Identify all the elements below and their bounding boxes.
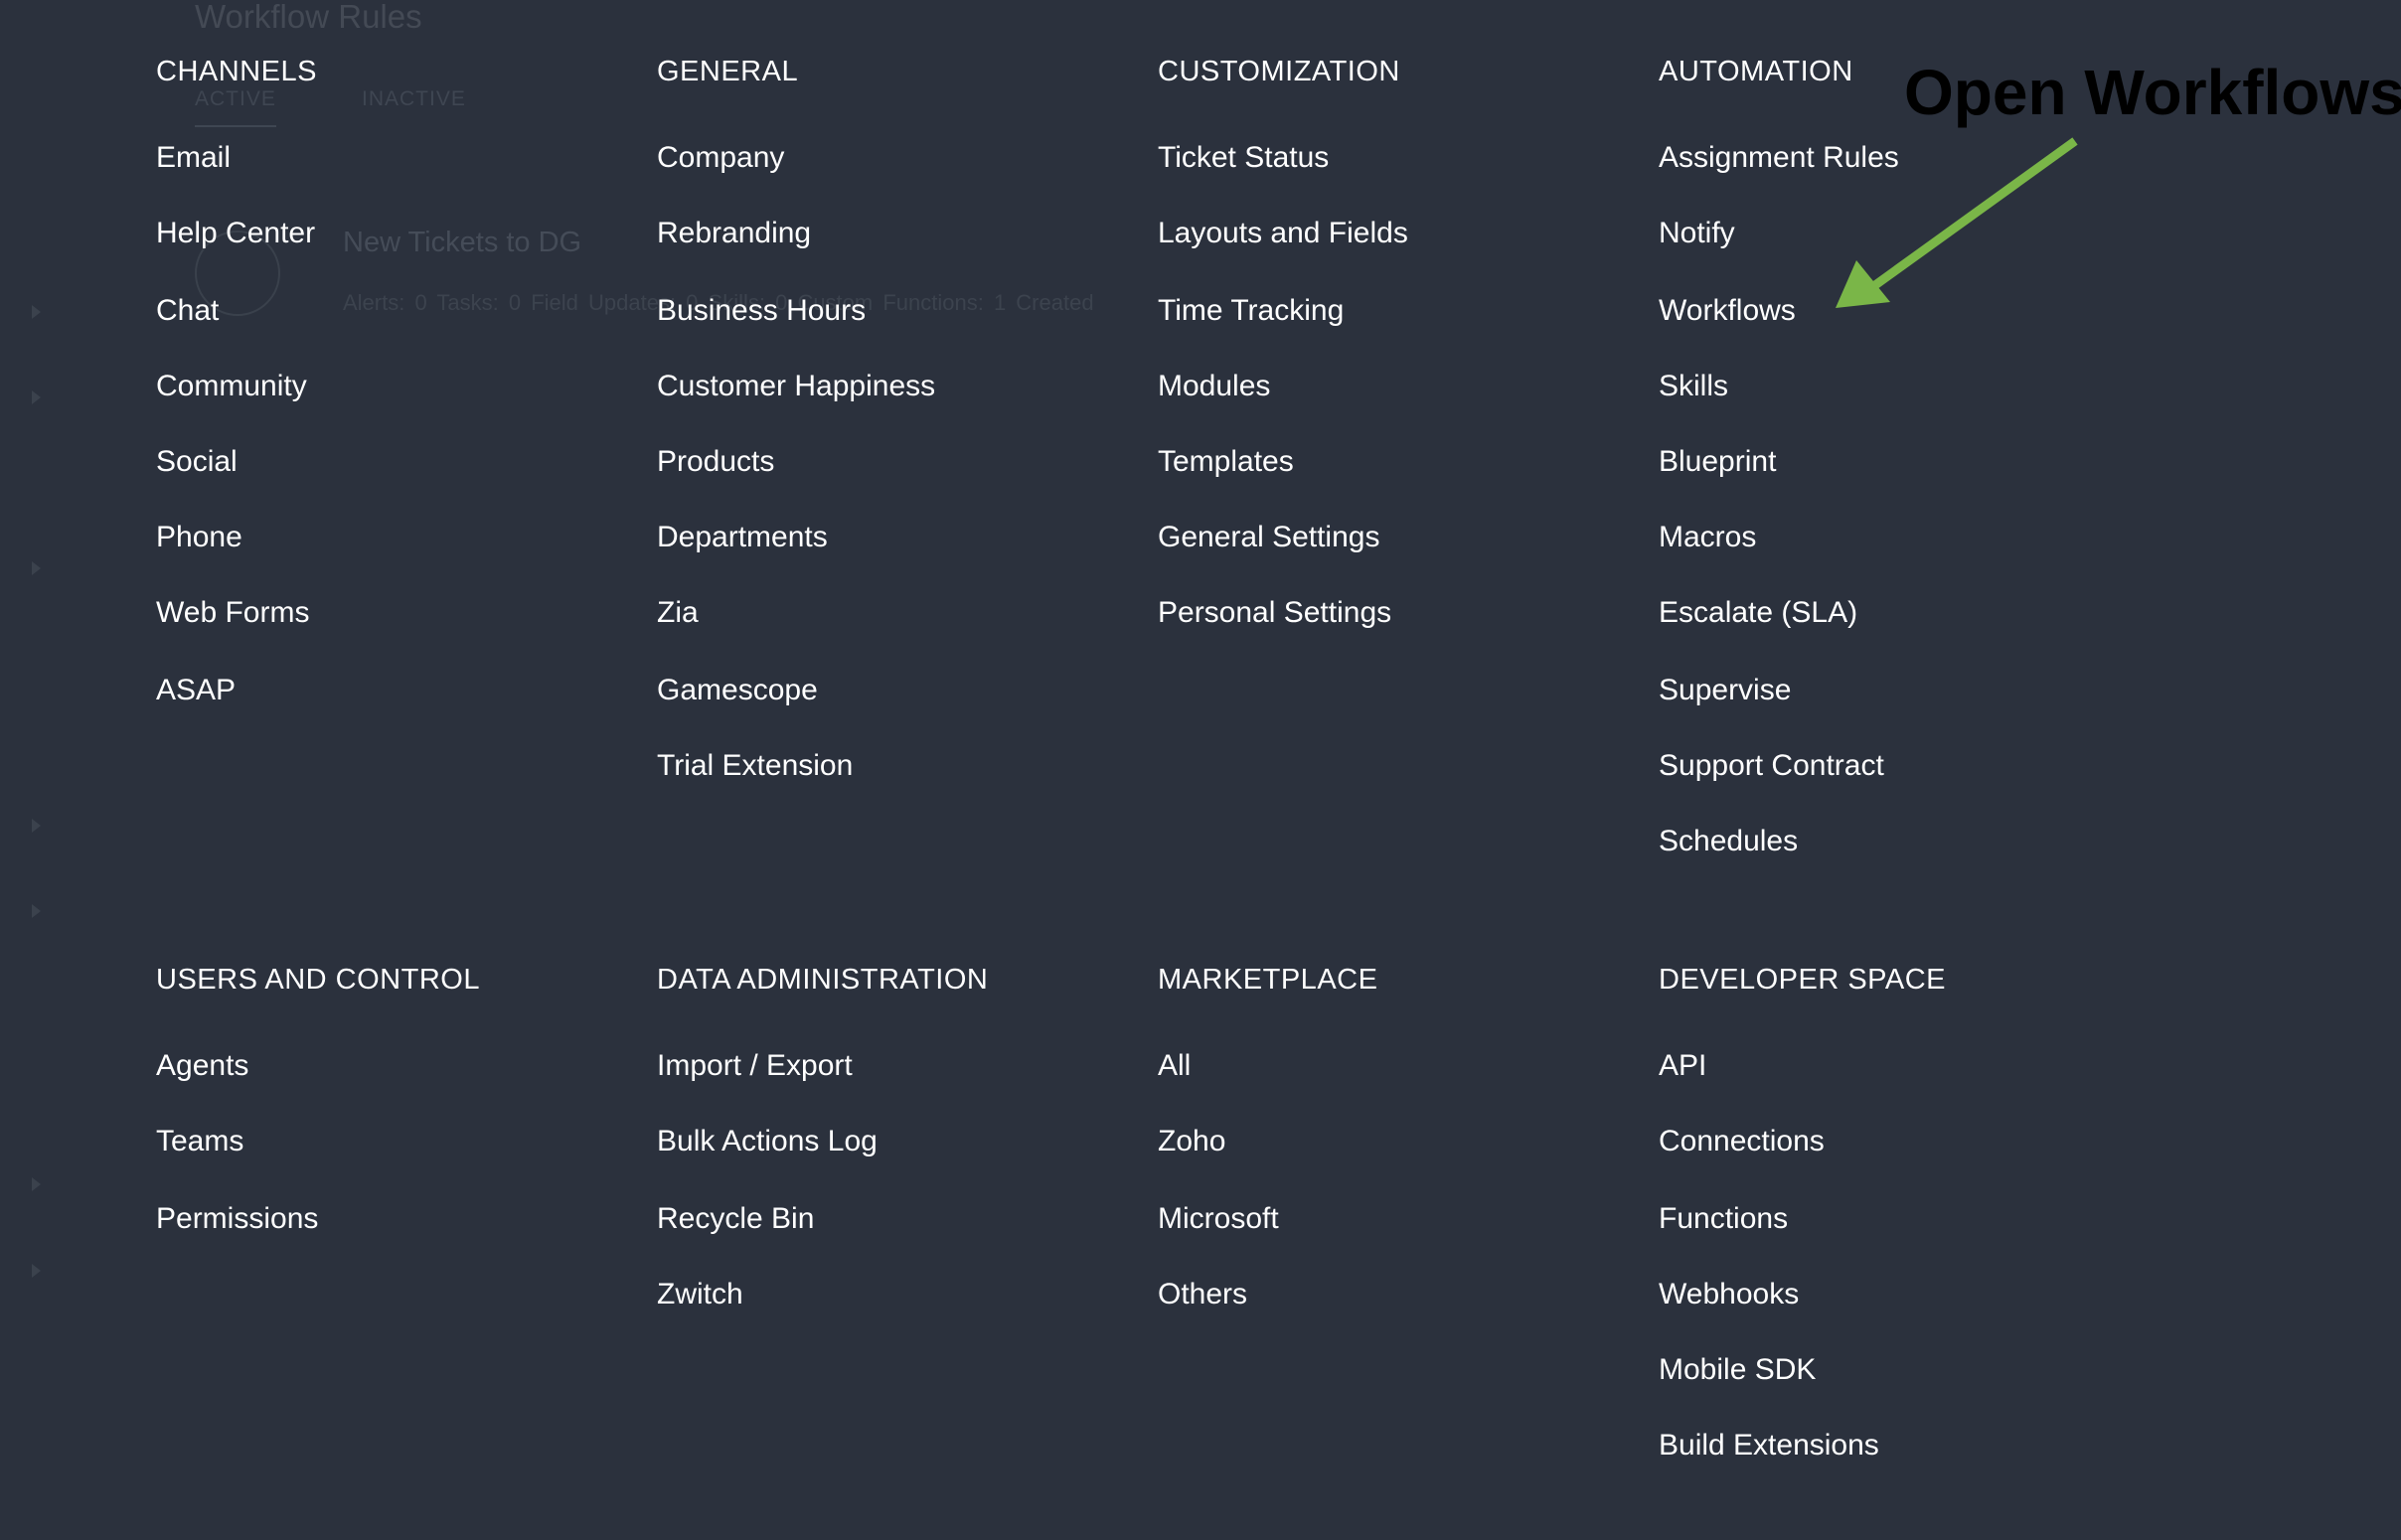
arrow-shaft: [1865, 137, 2078, 294]
annotation-arrow-icon: [1836, 137, 2078, 308]
